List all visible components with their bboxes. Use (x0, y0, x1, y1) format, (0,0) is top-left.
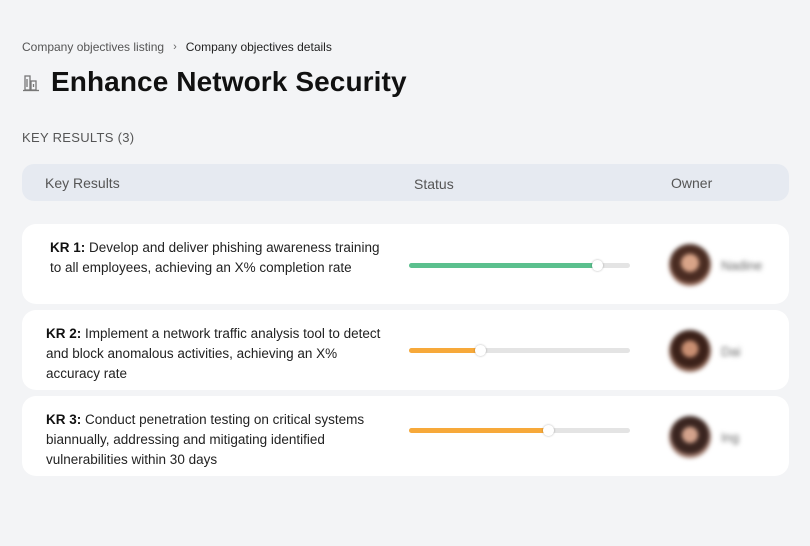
progress-fill (409, 428, 549, 433)
progress-fill (409, 348, 480, 353)
progress-knob[interactable] (591, 260, 603, 271)
breadcrumb-current: Company objectives details (185, 40, 332, 54)
avatar (669, 416, 711, 458)
kr-text: Conduct penetration testing on critical … (46, 412, 365, 467)
owner[interactable]: Nadine (669, 244, 762, 286)
owner-name: Nadine (721, 257, 763, 273)
table-row-kr-3[interactable]: KR 3: Conduct penetration testing on cri… (22, 396, 789, 476)
kr-description: KR 2: Implement a network traffic analys… (46, 324, 381, 384)
progress-bar (409, 425, 630, 436)
kr-description: KR 3: Conduct penetration testing on cri… (46, 410, 381, 470)
kr-id: KR 2: (46, 326, 82, 341)
owner-name: Ing (721, 429, 740, 445)
chevron-right-icon: › (173, 41, 177, 53)
section-label-key-results: KEY RESULTS (3) (22, 130, 135, 145)
column-header-key-results: Key Results (45, 175, 120, 191)
kr-text: Implement a network traffic analysis too… (46, 326, 381, 381)
building-icon (23, 75, 39, 92)
owner[interactable]: Ing (669, 416, 739, 458)
progress-fill (409, 263, 597, 268)
table-row-kr-1[interactable]: KR 1: Develop and deliver phishing aware… (22, 224, 789, 304)
progress-knob[interactable] (474, 345, 486, 356)
table-header: Key Results Status Owner (22, 164, 789, 201)
breadcrumb: Company objectives listing › Company obj… (22, 40, 332, 54)
kr-description: KR 1: Develop and deliver phishing aware… (50, 238, 385, 278)
progress-bar (409, 345, 630, 356)
breadcrumb-link-objectives-listing[interactable]: Company objectives listing (22, 40, 164, 54)
table-row-kr-2[interactable]: KR 2: Implement a network traffic analys… (22, 310, 789, 390)
column-header-owner: Owner (671, 175, 713, 191)
progress-knob[interactable] (543, 425, 555, 436)
owner[interactable]: Dai (669, 330, 741, 372)
avatar (669, 330, 711, 372)
kr-id: KR 1: (50, 240, 86, 255)
owner-name: Dai (721, 343, 741, 359)
kr-text: Develop and deliver phishing awareness t… (50, 240, 380, 275)
page-title: Enhance Network Security (51, 66, 407, 97)
page-header: Enhance Network Security (22, 66, 407, 98)
column-header-status: Status (414, 176, 454, 192)
kr-id: KR 3: (46, 412, 82, 427)
progress-bar (409, 260, 630, 271)
avatar (669, 244, 711, 286)
